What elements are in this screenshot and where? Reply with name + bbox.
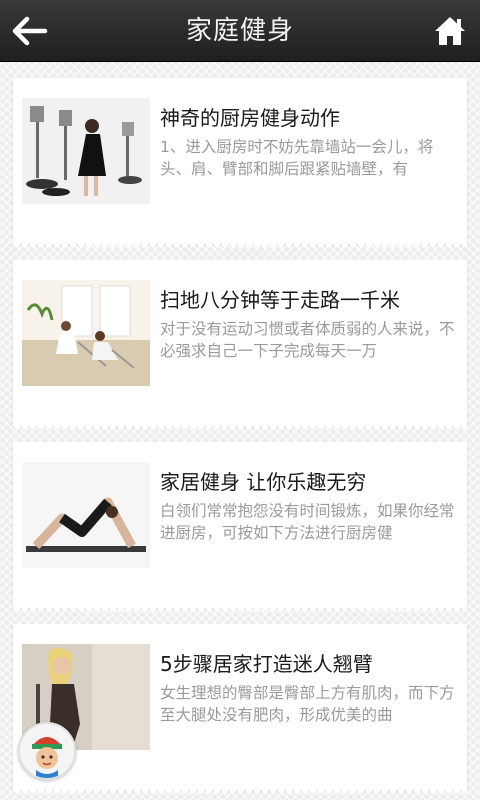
article-thumbnail — [22, 280, 150, 386]
article-card[interactable]: 5步骤居家打造迷人翘臂 女生理想的臀部是臀部上方有肌肉，而下方至大腿处没有肥肉，… — [13, 624, 467, 796]
article-card[interactable]: 家居健身 让你乐趣无穷 白领们常常抱怨没有时间锻炼，如果你经常进厨房，可按如下方… — [13, 442, 467, 614]
article-summary: 女生理想的臀部是臀部上方有肌肉，而下方至大腿处没有肥肉，形成优美的曲 — [160, 684, 455, 724]
article-summary: 1、进入厨房时不妨先靠墙站一会儿，将头、肩、臂部和脚后跟紧贴墙壁，有 — [160, 138, 434, 178]
article-title: 5步骤居家打造迷人翘臂 — [160, 652, 373, 676]
article-card[interactable]: 扫地八分钟等于走路一千米 对于没有运动习惯或者体质弱的人来说，不必强求自己一下子… — [13, 260, 467, 432]
app-screen: 家庭健身 神奇的厨房健身动作 1、进入厨房时不妨先靠墙站一会儿，将头、肩、臂部和… — [0, 0, 480, 800]
chef-avatar-button[interactable] — [18, 722, 76, 780]
home-button[interactable] — [430, 12, 470, 50]
article-title: 家居健身 让你乐趣无穷 — [160, 470, 367, 494]
article-summary: 对于没有运动习惯或者体质弱的人来说，不必强求自己一下子完成每天一万 — [160, 320, 455, 360]
article-title: 神奇的厨房健身动作 — [160, 106, 340, 130]
article-thumbnail — [22, 462, 150, 568]
chef-avatar-icon — [20, 724, 74, 778]
article-summary: 白领们常常抱怨没有时间锻炼，如果你经常进厨房，可按如下方法进行厨房健 — [160, 502, 455, 542]
article-card[interactable]: 神奇的厨房健身动作 1、进入厨房时不妨先靠墙站一会儿，将头、肩、臂部和脚后跟紧贴… — [13, 78, 467, 250]
article-thumbnail — [22, 98, 150, 204]
page-title: 家庭健身 — [185, 16, 294, 46]
home-icon — [435, 17, 465, 45]
top-bar: 家庭健身 — [0, 0, 480, 62]
article-list: 神奇的厨房健身动作 1、进入厨房时不妨先靠墙站一会儿，将头、肩、臂部和脚后跟紧贴… — [0, 62, 480, 800]
article-title: 扫地八分钟等于走路一千米 — [160, 288, 400, 312]
